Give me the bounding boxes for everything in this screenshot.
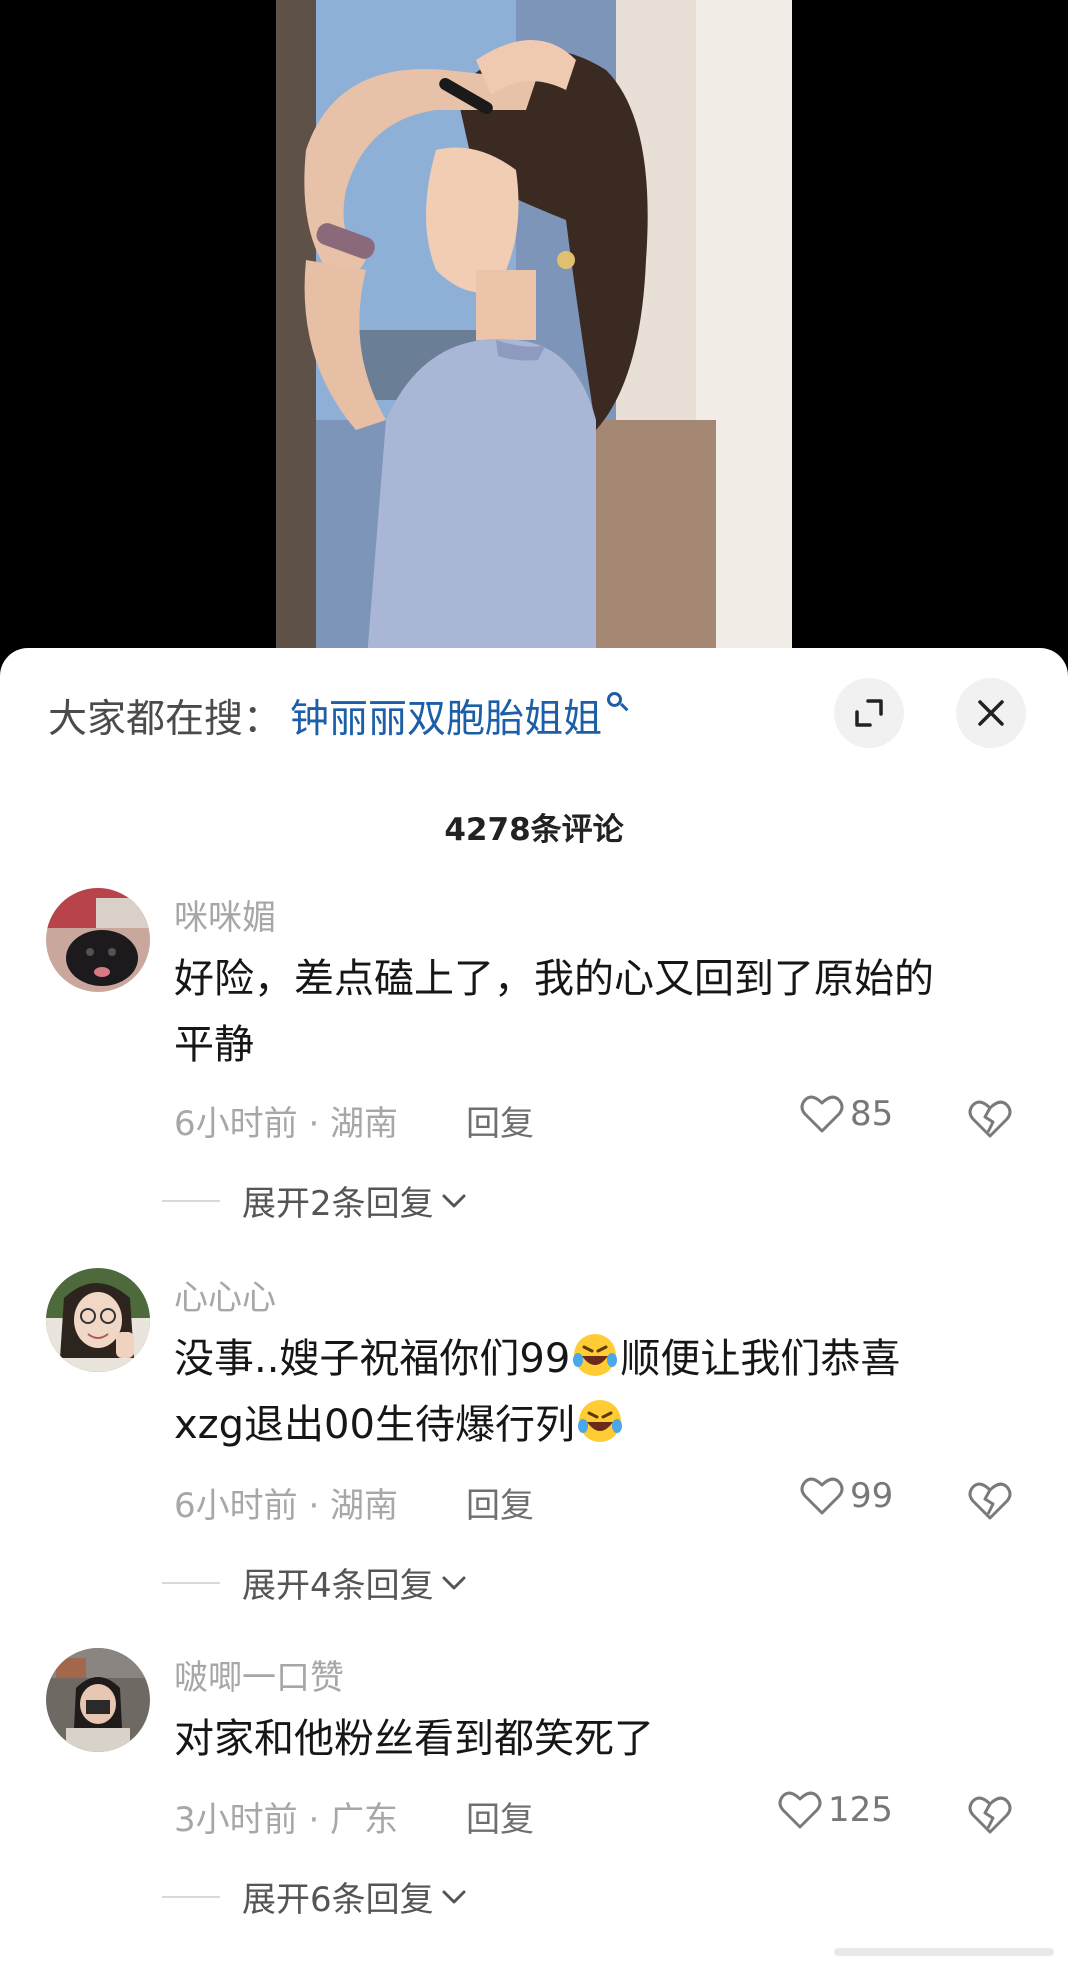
comment-text-line: 没事..嫂子祝福你们99 顺便让我们恭喜	[174, 1326, 1014, 1392]
avatar[interactable]	[46, 1268, 150, 1372]
expand-replies-label: 展开4条回复	[242, 1566, 434, 1606]
comment-text-line: xzg退出00生待爆行列	[174, 1392, 1014, 1458]
broken-heart-icon[interactable]	[966, 1792, 1014, 1836]
close-icon	[978, 700, 1004, 726]
divider-line	[162, 1199, 220, 1202]
divider-line	[162, 1581, 220, 1584]
expand-replies-button[interactable]: 展开4条回复	[162, 1558, 468, 1607]
hot-search-bar[interactable]: 大家都在搜： 钟丽丽双胞胎姐姐	[48, 686, 629, 746]
chevron-down-icon	[442, 1194, 466, 1207]
comment-text-line: 平静	[174, 1022, 254, 1068]
comment-text: 没事..嫂子祝福你们99 顺便让我们恭喜 xzg退出00生待爆行列	[174, 1326, 1014, 1458]
expand-icon	[855, 699, 883, 727]
comment-item: 啵唧一口赞 对家和他粉丝看到都笑死了 3小时前 · 广东 回复 125 展开6条…	[0, 1648, 1068, 1948]
broken-heart-icon[interactable]	[966, 1096, 1014, 1140]
reply-button[interactable]: 回复	[466, 1478, 534, 1527]
comment-count-title: 4278条评论	[444, 812, 624, 848]
reply-button[interactable]: 回复	[466, 1792, 534, 1841]
close-button[interactable]	[956, 678, 1026, 748]
like-count: 125	[828, 1790, 893, 1830]
avatar[interactable]	[46, 888, 150, 992]
search-term-link[interactable]: 钟丽丽双胞胎姐姐	[290, 688, 602, 744]
expand-button[interactable]	[834, 678, 904, 748]
comment-sheet: 大家都在搜： 钟丽丽双胞胎姐姐 4278条评论 咪咪媚 好险，差点磕上了，我的心…	[0, 648, 1068, 1961]
comment-meta: 6小时前 · 湖南	[174, 1104, 399, 1144]
comment-item: 心心心 没事..嫂子祝福你们99 顺便让我们恭喜 xzg退出00生待爆行列 6小时…	[0, 1268, 1068, 1606]
username[interactable]: 心心心	[174, 1270, 276, 1319]
heart-icon	[800, 1477, 844, 1515]
comment-item: 咪咪媚 好险，差点磕上了，我的心又回到了原始的 平静 6小时前 · 湖南 回复 …	[0, 888, 1068, 1224]
heart-icon	[778, 1791, 822, 1829]
expand-replies-button[interactable]: 展开2条回复	[162, 1176, 468, 1225]
comment-text-line: 对家和他粉丝看到都笑死了	[174, 1716, 654, 1762]
avatar[interactable]	[46, 1648, 150, 1752]
comment-text-segment: 顺便让我们恭喜	[620, 1336, 901, 1382]
like-count: 85	[850, 1094, 894, 1134]
rofl-emoji	[575, 1396, 625, 1446]
search-icon[interactable]	[606, 692, 629, 722]
heart-icon	[800, 1095, 844, 1133]
like-count: 99	[850, 1476, 894, 1516]
like-button[interactable]: 125	[778, 1790, 893, 1830]
like-button[interactable]: 99	[800, 1476, 893, 1516]
comment-text-line: 好险，差点磕上了，我的心又回到了原始的	[174, 956, 934, 1002]
like-button[interactable]: 85	[800, 1094, 893, 1134]
comment-text-segment: xzg退出00生待爆行列	[174, 1402, 575, 1448]
comment-text: 好险，差点磕上了，我的心又回到了原始的 平静	[174, 946, 1014, 1078]
comment-meta: 6小时前 · 湖南	[174, 1486, 399, 1526]
video-player[interactable]	[0, 0, 1068, 670]
username[interactable]: 啵唧一口赞	[174, 1650, 344, 1699]
chevron-down-icon	[442, 1576, 466, 1589]
comment-text-segment: 没事..嫂子祝福你们99	[174, 1336, 571, 1382]
comment-meta: 3小时前 · 广东	[174, 1800, 399, 1840]
home-indicator	[834, 1948, 1054, 1956]
expand-replies-button[interactable]: 展开6条回复	[162, 1872, 468, 1921]
comment-text: 对家和他粉丝看到都笑死了	[174, 1706, 1014, 1772]
expand-replies-label: 展开6条回复	[242, 1880, 434, 1920]
expand-replies-label: 展开2条回复	[242, 1184, 434, 1224]
username[interactable]: 咪咪媚	[174, 890, 276, 939]
search-prefix-label: 大家都在搜：	[48, 697, 283, 742]
divider-line	[162, 1895, 220, 1898]
broken-heart-icon[interactable]	[966, 1478, 1014, 1522]
chevron-down-icon	[442, 1890, 466, 1903]
video-frame[interactable]	[276, 0, 792, 670]
reply-button[interactable]: 回复	[466, 1096, 534, 1145]
rofl-emoji	[570, 1330, 620, 1380]
video-still-image	[276, 0, 792, 670]
